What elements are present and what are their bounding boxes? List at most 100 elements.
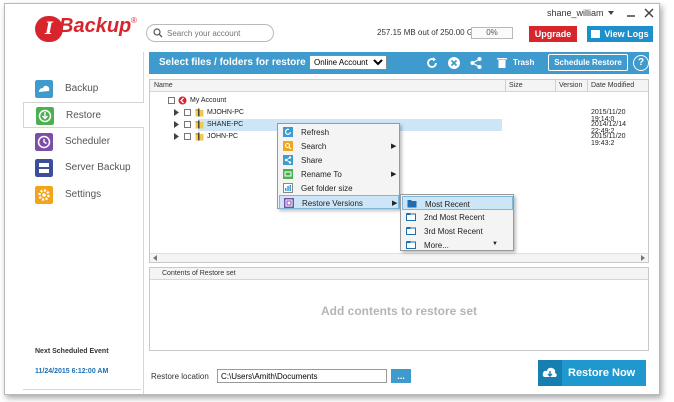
search-box[interactable] xyxy=(146,24,274,42)
column-name[interactable]: Name xyxy=(154,82,173,89)
scroll-right-icon[interactable] xyxy=(640,255,646,261)
search-icon xyxy=(153,28,163,38)
sidebar-item-scheduler[interactable]: Scheduler xyxy=(23,129,144,155)
sidebar-item-label: Settings xyxy=(65,189,102,200)
checkbox[interactable] xyxy=(184,109,191,116)
checkbox[interactable] xyxy=(184,121,191,128)
menu-item-label: Rename To xyxy=(301,170,342,179)
search-input[interactable] xyxy=(167,26,269,40)
sidebar-item-label: Scheduler xyxy=(65,136,111,147)
username[interactable]: shane_william xyxy=(547,8,604,18)
menu-item-label: Search xyxy=(301,142,327,151)
cancel-icon[interactable] xyxy=(447,56,461,70)
menu-item-label: Share xyxy=(301,156,323,165)
submenu-item-label: Most Recent xyxy=(425,200,470,209)
row-date: 2015/11/20 19:43:2 xyxy=(591,133,626,147)
restore-set-panel: Contents of Restore set Add contents to … xyxy=(149,267,649,351)
toolbar-title: Select files / folders for restore xyxy=(159,57,306,68)
menu-item-refresh[interactable]: Refresh xyxy=(279,125,399,139)
context-menu: Refresh Search ▶ Share Rename To ▶ Get f… xyxy=(277,123,400,209)
submenu-item-label: 3rd Most Recent xyxy=(424,227,483,236)
chevron-right-icon[interactable] xyxy=(174,121,179,128)
row-name: JOHN-PC xyxy=(207,133,239,140)
chevron-down-icon: ▼ xyxy=(492,241,498,247)
submenu-arrow-icon: ▶ xyxy=(391,171,397,178)
column-date-modified[interactable]: Date Modified xyxy=(591,82,634,89)
submenu-item-label: 2nd Most Recent xyxy=(424,213,485,222)
menu-item-share[interactable]: Share xyxy=(279,153,399,167)
cloud-download-icon xyxy=(36,107,54,125)
trash-icon[interactable] xyxy=(495,56,509,70)
column-size[interactable]: Size xyxy=(509,82,523,89)
sidebar-item-label: Restore xyxy=(66,110,102,121)
sidebar-item-label: Server Backup xyxy=(65,162,131,173)
folder-icon xyxy=(195,120,204,129)
tree-root[interactable]: My Account xyxy=(150,95,648,107)
clock-icon xyxy=(35,133,53,151)
folder-icon xyxy=(406,241,416,249)
submenu-item-3rd-most-recent[interactable]: 3rd Most Recent xyxy=(402,224,513,238)
quota-bar: 0% xyxy=(471,27,513,39)
checkbox[interactable] xyxy=(168,97,175,104)
upgrade-button[interactable]: Upgrade xyxy=(529,26,577,42)
horizontal-scrollbar[interactable] xyxy=(150,253,648,262)
trash-label[interactable]: Trash xyxy=(513,58,534,67)
submenu-item-more[interactable]: More... ▼ xyxy=(402,238,513,252)
restore-location-label: Restore location xyxy=(151,372,209,381)
header: I Backup ® 257.15 MB out of 250.00 GB 0%… xyxy=(5,4,659,52)
share-icon[interactable] xyxy=(469,56,483,70)
sidebar-item-backup[interactable]: Backup xyxy=(23,76,144,102)
account-select[interactable]: Online Account xyxy=(309,55,387,70)
menu-item-folder-size[interactable]: Get folder size xyxy=(279,181,399,195)
chevron-right-icon[interactable] xyxy=(174,109,179,116)
restore-now-button[interactable]: Restore Now xyxy=(538,360,646,386)
tree-root-label: My Account xyxy=(190,97,227,104)
menu-item-label: Restore Versions xyxy=(302,199,363,208)
sidebar: Backup Restore Scheduler Server Backup S… xyxy=(5,52,144,394)
column-divider xyxy=(587,80,588,92)
chevron-right-icon[interactable] xyxy=(174,133,179,140)
scroll-left-icon[interactable] xyxy=(152,255,158,261)
sidebar-item-restore[interactable]: Restore xyxy=(23,102,144,128)
help-icon[interactable]: ? xyxy=(633,55,649,71)
chevron-down-icon[interactable] xyxy=(607,9,615,17)
menu-item-rename[interactable]: Rename To ▶ xyxy=(279,167,399,181)
sidebar-item-settings[interactable]: Settings xyxy=(23,182,144,208)
restore-location-input[interactable] xyxy=(217,369,387,383)
close-icon[interactable] xyxy=(643,7,655,19)
view-logs-label: View Logs xyxy=(604,29,649,39)
ibackup-logo: I Backup ® xyxy=(35,15,137,42)
cloud-upload-icon xyxy=(35,80,53,98)
logo-text: Backup xyxy=(59,15,132,37)
restore-toolbar: Select files / folders for restore Onlin… xyxy=(149,52,649,74)
next-event-label: Next Scheduled Event xyxy=(35,348,109,355)
table-row[interactable]: MJOHN-PC 2015/11/20 19:14:0 xyxy=(150,107,648,123)
folder-size-icon xyxy=(283,183,293,193)
menu-item-search[interactable]: Search ▶ xyxy=(279,139,399,153)
menu-item-restore-versions[interactable]: Restore Versions ▶ xyxy=(279,195,399,209)
schedule-restore-button[interactable]: Schedule Restore xyxy=(548,54,628,71)
refresh-icon[interactable] xyxy=(425,56,439,70)
sidebar-divider xyxy=(23,389,141,390)
submenu-item-label: More... xyxy=(424,241,449,250)
refresh-icon xyxy=(283,127,293,137)
logs-icon xyxy=(591,30,601,38)
view-logs-button[interactable]: View Logs xyxy=(587,26,653,42)
sidebar-item-server-backup[interactable]: Server Backup xyxy=(23,155,144,181)
column-divider xyxy=(505,80,506,92)
browse-button[interactable]: ... xyxy=(391,369,411,383)
column-divider xyxy=(555,80,556,92)
submenu-arrow-icon: ▶ xyxy=(392,200,398,207)
column-version[interactable]: Version xyxy=(559,82,582,89)
submenu-item-2nd-most-recent[interactable]: 2nd Most Recent xyxy=(402,210,513,224)
folder-icon xyxy=(195,132,204,141)
submenu-arrow-icon: ▶ xyxy=(391,143,397,150)
tree-column-header: Name Size Version Date Modified xyxy=(150,80,648,92)
minimize-icon[interactable] xyxy=(625,7,637,19)
submenu-item-most-recent[interactable]: Most Recent xyxy=(402,196,513,210)
checkbox[interactable] xyxy=(184,133,191,140)
next-event-value: 11/24/2015 6:12:00 AM xyxy=(35,368,109,375)
account-icon xyxy=(178,96,187,105)
cloud-download-icon xyxy=(538,360,562,386)
folder-icon xyxy=(406,213,416,221)
